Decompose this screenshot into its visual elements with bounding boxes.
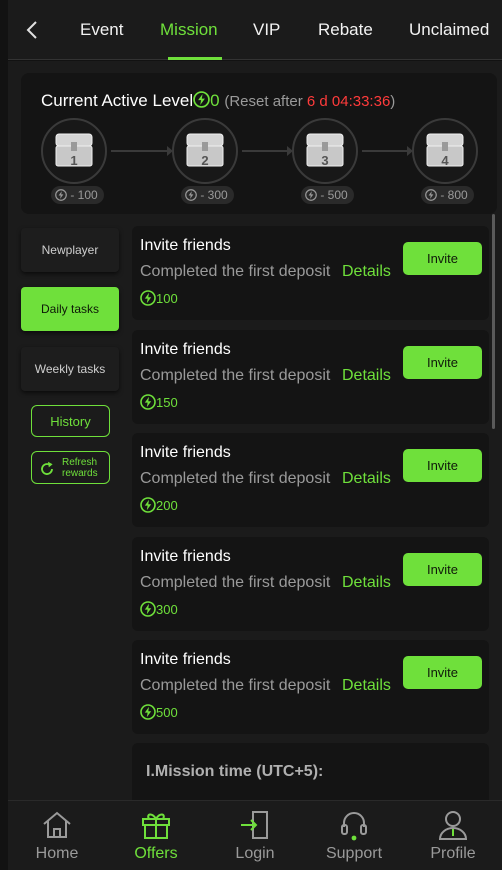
chest-connector-arrow <box>362 146 413 156</box>
task-title: Invite friends <box>140 341 231 358</box>
bolt-icon <box>425 189 437 201</box>
chest-number: 2 <box>201 153 209 168</box>
chest-cost-4: - 800 <box>421 186 474 204</box>
headset-icon <box>341 812 367 841</box>
bolt-icon <box>305 189 317 201</box>
top-tab-bar: Event Mission VIP Rebate Unclaimed <box>8 0 502 60</box>
bottom-nav: Home Offers Login Support Profile <box>8 800 502 870</box>
tab-vip[interactable]: VIP <box>253 20 280 40</box>
chest-connector-arrow <box>111 146 173 156</box>
side-tab-newplayer[interactable]: Newplayer <box>21 228 119 272</box>
bolt-icon <box>140 497 156 513</box>
task-reward: 100 <box>140 290 178 306</box>
reward-chest-4[interactable]: 4 <box>412 118 478 184</box>
mission-content: Current Active Level 0 (Reset after 6 d 0… <box>8 61 502 801</box>
invite-button[interactable]: Invite <box>403 656 482 689</box>
invite-button[interactable]: Invite <box>403 553 482 586</box>
active-level-value: 0 <box>210 91 220 110</box>
chest-cost-1: - 100 <box>51 186 104 204</box>
reward-chest-1[interactable]: 1 <box>41 118 107 184</box>
side-tab-weekly-tasks[interactable]: Weekly tasks <box>21 347 119 391</box>
active-tab-indicator <box>168 57 222 60</box>
task-card: Invite friends Completed the first depos… <box>132 433 489 527</box>
reset-countdown: 6 d 04:33:36 <box>306 93 391 110</box>
nav-login[interactable]: Login <box>206 801 304 870</box>
bolt-icon <box>193 91 210 108</box>
details-link[interactable]: Details <box>342 367 391 385</box>
chest-cost-3: - 500 <box>301 186 354 204</box>
user-icon <box>438 811 468 840</box>
chest-number: 3 <box>321 153 329 168</box>
task-title: Invite friends <box>140 651 231 668</box>
tab-rebate[interactable]: Rebate <box>318 20 373 40</box>
task-card: Invite friends Completed the first depos… <box>132 537 489 631</box>
details-link[interactable]: Details <box>342 677 391 695</box>
task-reward: 500 <box>140 704 178 720</box>
level-title-text: Current Active Level <box>41 91 194 110</box>
chest-connector-arrow <box>242 146 293 156</box>
login-icon <box>241 811 268 839</box>
task-description: Completed the first deposit <box>140 677 331 694</box>
task-reward: 200 <box>140 497 178 513</box>
task-card: Invite friends Completed the first depos… <box>132 640 489 734</box>
rules-heading: I.Mission time (UTC+5): <box>146 763 324 780</box>
task-title: Invite friends <box>140 548 231 565</box>
task-description: Completed the first deposit <box>140 470 331 487</box>
nav-label: Support <box>325 845 383 862</box>
bolt-icon <box>140 704 156 720</box>
task-description: Completed the first deposit <box>140 367 331 384</box>
gift-icon <box>142 813 170 839</box>
history-button[interactable]: History <box>31 405 110 437</box>
chest-number: 1 <box>70 153 78 168</box>
refresh-label-line2: rewards <box>62 468 98 479</box>
details-link[interactable]: Details <box>342 263 391 281</box>
active-level-title: Current Active Level 0 (Reset after 6 d 0… <box>41 91 395 111</box>
refresh-label-line1: Refresh <box>62 457 98 468</box>
bolt-icon <box>55 189 67 201</box>
details-link[interactable]: Details <box>342 470 391 488</box>
reward-chest-3[interactable]: 3 <box>292 118 358 184</box>
nav-label: Login <box>235 845 275 862</box>
tab-mission[interactable]: Mission <box>160 20 218 40</box>
chevron-left-icon[interactable] <box>18 16 46 44</box>
nav-profile[interactable]: Profile <box>404 801 502 870</box>
details-link[interactable]: Details <box>342 574 391 592</box>
active-level-panel: Current Active Level 0 (Reset after 6 d 0… <box>21 73 497 214</box>
reward-chest-2[interactable]: 2 <box>172 118 238 184</box>
invite-button[interactable]: Invite <box>403 346 482 379</box>
task-title: Invite friends <box>140 444 231 461</box>
nav-label: Home <box>35 845 79 862</box>
nav-offers[interactable]: Offers <box>107 801 205 870</box>
reset-label: (Reset after <box>224 93 307 110</box>
refresh-icon <box>41 461 53 475</box>
scrollbar[interactable] <box>492 214 495 429</box>
reset-label-close: ) <box>390 93 396 110</box>
tab-event[interactable]: Event <box>80 20 123 40</box>
tab-unclaimed[interactable]: Unclaimed <box>409 20 489 40</box>
task-description: Completed the first deposit <box>140 574 331 591</box>
home-icon <box>43 811 71 838</box>
invite-button[interactable]: Invite <box>403 449 482 482</box>
task-description: Completed the first deposit <box>140 263 331 280</box>
task-title: Invite friends <box>140 237 231 254</box>
bolt-icon <box>140 290 156 306</box>
chest-number: 4 <box>441 153 449 168</box>
task-card: Invite friends Completed the first depos… <box>132 226 489 320</box>
invite-button[interactable]: Invite <box>403 242 482 275</box>
bolt-icon <box>140 394 156 410</box>
bolt-icon <box>185 189 197 201</box>
nav-label: Profile <box>430 845 476 862</box>
task-card: Invite friends Completed the first depos… <box>132 330 489 424</box>
mission-rules-panel: I.Mission time (UTC+5): <box>132 743 489 801</box>
nav-home[interactable]: Home <box>8 801 106 870</box>
task-reward: 300 <box>140 601 178 617</box>
bolt-icon <box>140 601 156 617</box>
nav-support[interactable]: Support <box>305 801 403 870</box>
chest-cost-2: - 300 <box>181 186 234 204</box>
task-reward: 150 <box>140 394 178 410</box>
refresh-rewards-button[interactable]: Refresh rewards <box>31 451 110 484</box>
nav-label: Offers <box>134 845 178 862</box>
side-tab-daily-tasks[interactable]: Daily tasks <box>21 287 119 331</box>
